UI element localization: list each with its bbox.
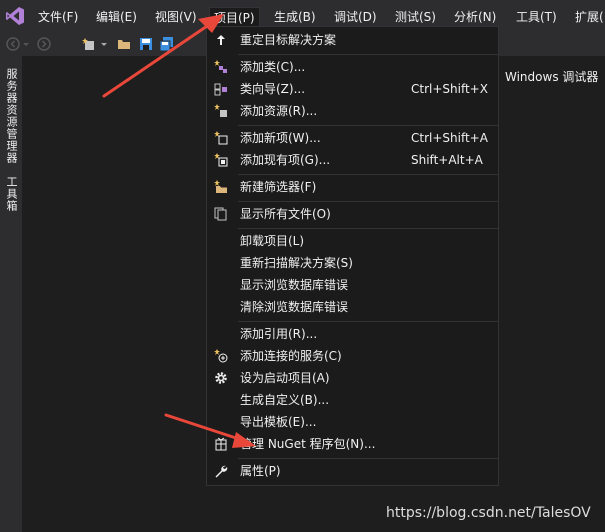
arrow-to-project-menu: [102, 14, 224, 98]
watermark-url: https://blog.csdn.net/TalesOV: [386, 505, 591, 521]
arrow-to-nuget-item: [164, 413, 256, 448]
annotation-arrows: [102, 14, 256, 448]
